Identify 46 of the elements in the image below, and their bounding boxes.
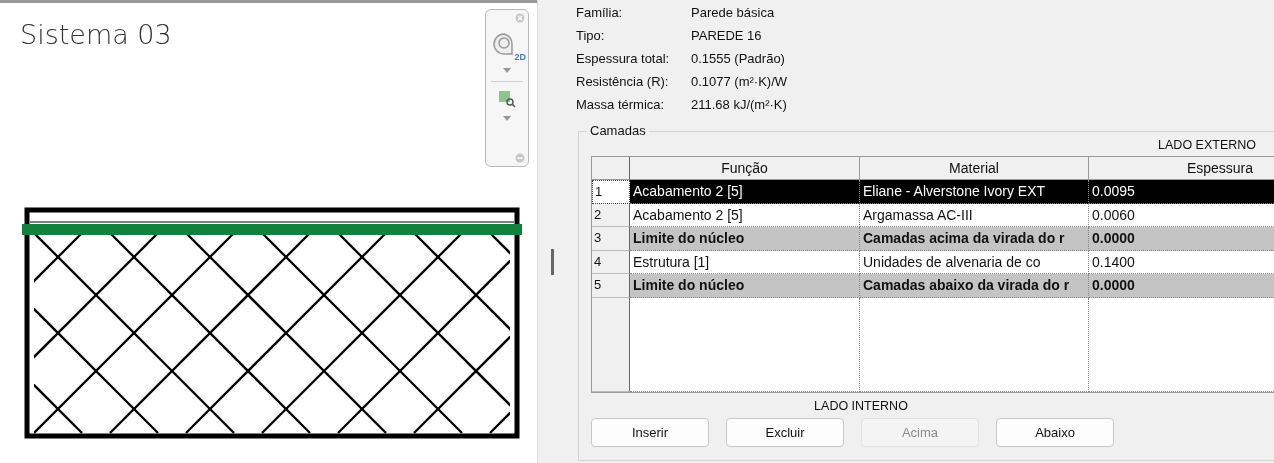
table-row[interactable]: 5 Limite do núcleo Camadas abaixo da virada do r 0.0000 [592,274,1274,298]
minimize-icon[interactable] [515,153,525,163]
inner-side-label: LADO INTERNO [814,398,908,413]
table-cell: Limite do núcleo [630,274,860,298]
table-cell: Limite do núcleo [630,227,860,251]
table-cell: 0.0095 [1089,180,1274,204]
column-header[interactable]: Função [630,157,860,180]
row-number: 1 [592,180,630,204]
property-label: Espessura total: [576,50,671,67]
table-cell: Acabamento 2 [5] [630,180,860,204]
table-cell: Camadas acima da virada do r [860,227,1089,251]
property-label: Resistência (R): [576,73,670,90]
dropdown-arrow-icon[interactable] [503,68,511,73]
table-row[interactable]: 1 Acabamento 2 [5] Eliane - Alverstone Ivory EXT 0.0095 [592,180,1274,204]
property-value: Parede básica [691,4,776,21]
property-label: Tipo: [576,27,606,44]
zoom-window-icon[interactable] [498,90,516,108]
property-value: 211.68 kJ/(m²·K) [691,96,788,113]
close-icon[interactable] [515,13,525,23]
property-value: PAREDE 16 [691,27,763,44]
action-button[interactable]: Inserir [591,417,709,447]
row-number: 4 [592,250,630,274]
action-button[interactable]: Abaixo [996,417,1114,447]
action-button[interactable]: Excluir [726,417,844,447]
zoom-mode-label: 2D [514,52,526,62]
wheel-icon [492,32,516,56]
table-cell: 0.0000 [1089,227,1274,251]
column-header[interactable]: Material [860,157,1089,180]
outer-side-label: LADO EXTERNO [1158,138,1256,152]
splitter-handle[interactable] [550,248,554,275]
corner-header-cell [592,157,630,180]
table-cell: Eliane - Alverstone Ivory EXT [860,180,1089,204]
property-label: Massa térmica: [576,96,666,113]
dropdown-arrow-icon[interactable] [503,116,511,121]
property-value: 0.1555 (Padrão) [691,50,786,67]
row-number: 2 [592,203,630,227]
group-title: Camadas [587,123,649,138]
row-number: 3 [592,227,630,251]
row-number: 5 [592,274,630,298]
property-label: Família: [576,4,624,21]
view-title: Sistema 03 [20,19,172,50]
property-value: 0.1077 (m²·K)/W [691,73,789,90]
table-cell: Camadas abaixo da virada do r [860,274,1089,298]
table-cell: 0.0000 [1089,274,1274,298]
table-row[interactable]: 3 Limite do núcleo Camadas acima da virada do r 0.0000 [592,227,1274,251]
column-header[interactable]: Espessura [1089,157,1274,180]
